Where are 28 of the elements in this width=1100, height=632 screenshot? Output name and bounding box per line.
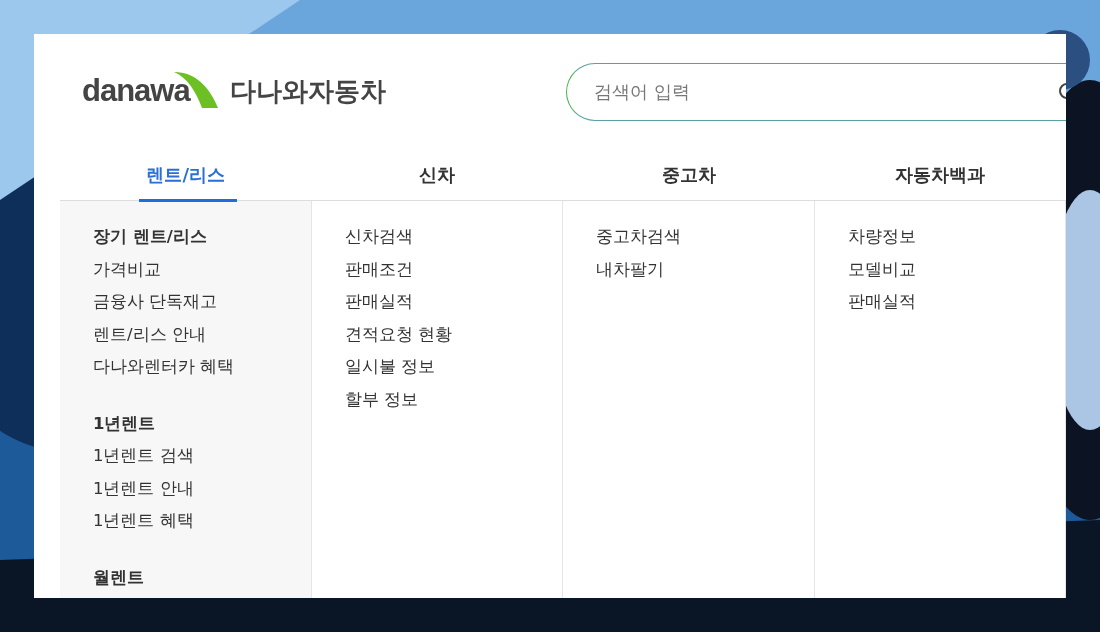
menu-link[interactable]: 1년렌트 검색 bbox=[93, 440, 194, 473]
menu-link[interactable]: 모델비교 bbox=[847, 253, 916, 286]
menu-link[interactable]: 중고차검색 bbox=[596, 221, 681, 254]
search-field[interactable]: 검색어 입력 bbox=[566, 62, 1066, 121]
menu-link[interactable]: 판매실적 bbox=[847, 286, 916, 319]
menu-link[interactable]: 다나와렌터카 혜택 bbox=[93, 351, 235, 384]
nav-tab[interactable]: 중고차 bbox=[563, 149, 815, 200]
logo-wordmark[interactable]: danawa bbox=[82, 68, 190, 115]
nav-tab[interactable]: 신차 bbox=[311, 149, 563, 200]
nav-tab[interactable]: 자동차백과 bbox=[814, 149, 1066, 200]
menu-heading[interactable]: 1년렌트 bbox=[93, 407, 156, 440]
menu-link[interactable]: 일시불 정보 bbox=[344, 351, 435, 384]
menu-link[interactable]: 1년렌트 혜택 bbox=[93, 505, 194, 538]
menu-link[interactable]: 금융사 단독재고 bbox=[93, 286, 218, 319]
menu-link[interactable]: 신차검색 bbox=[344, 221, 413, 254]
site-title[interactable]: 다나와자동차 bbox=[229, 72, 386, 111]
menu-link[interactable]: 차량정보 bbox=[847, 221, 916, 254]
nav-tab[interactable]: 렌트/리스 bbox=[60, 149, 312, 200]
menu-link[interactable]: 1년렌트 안내 bbox=[93, 472, 194, 505]
menu-heading[interactable]: 장기 렌트/리스 bbox=[93, 221, 207, 254]
menu-link[interactable]: 렌트/리스 안내 bbox=[93, 318, 206, 351]
menu-link[interactable]: 할부 정보 bbox=[344, 383, 418, 416]
menu-link[interactable]: 내차팔기 bbox=[596, 253, 664, 286]
menu-link[interactable]: 판매실적 bbox=[344, 286, 413, 319]
menu-link[interactable]: 판매조건 bbox=[344, 253, 413, 286]
menu-heading[interactable]: 월렌트 bbox=[93, 561, 144, 594]
menu-link[interactable]: 가격비교 bbox=[93, 253, 161, 286]
menu-link[interactable]: 견적요청 현황 bbox=[344, 318, 452, 351]
